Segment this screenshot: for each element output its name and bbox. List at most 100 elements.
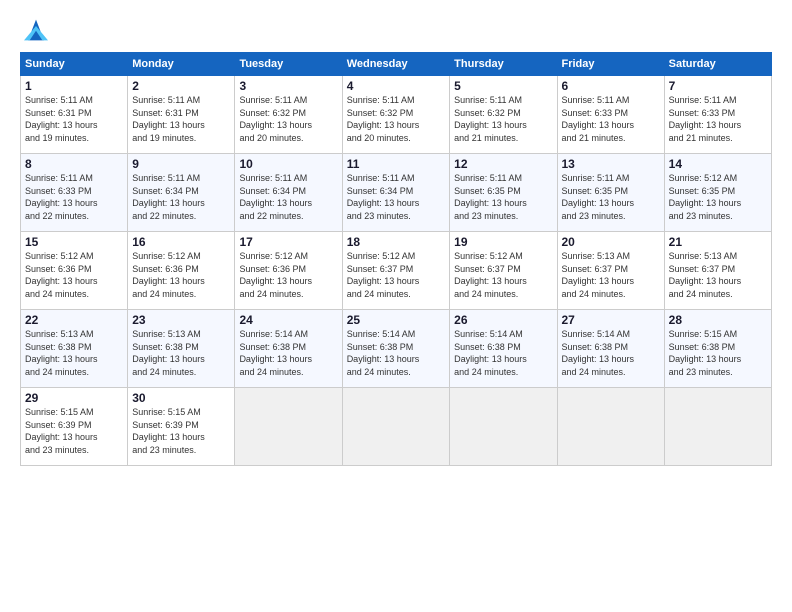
day-number: 4 xyxy=(347,79,445,93)
day-details: Sunrise: 5:12 AM Sunset: 6:37 PM Dayligh… xyxy=(454,250,552,300)
day-details: Sunrise: 5:11 AM Sunset: 6:34 PM Dayligh… xyxy=(347,172,445,222)
calendar-day xyxy=(342,388,449,466)
day-details: Sunrise: 5:14 AM Sunset: 6:38 PM Dayligh… xyxy=(347,328,445,378)
calendar-week-4: 22Sunrise: 5:13 AM Sunset: 6:38 PM Dayli… xyxy=(21,310,772,388)
day-details: Sunrise: 5:15 AM Sunset: 6:39 PM Dayligh… xyxy=(132,406,230,456)
day-number: 3 xyxy=(239,79,337,93)
day-details: Sunrise: 5:12 AM Sunset: 6:36 PM Dayligh… xyxy=(239,250,337,300)
day-details: Sunrise: 5:11 AM Sunset: 6:31 PM Dayligh… xyxy=(25,94,123,144)
header-row xyxy=(20,16,772,44)
calendar-day: 28Sunrise: 5:15 AM Sunset: 6:38 PM Dayli… xyxy=(664,310,771,388)
calendar-day: 3Sunrise: 5:11 AM Sunset: 6:32 PM Daylig… xyxy=(235,76,342,154)
calendar-day: 29Sunrise: 5:15 AM Sunset: 6:39 PM Dayli… xyxy=(21,388,128,466)
calendar-day: 16Sunrise: 5:12 AM Sunset: 6:36 PM Dayli… xyxy=(128,232,235,310)
day-number: 16 xyxy=(132,235,230,249)
header-tuesday: Tuesday xyxy=(235,53,342,76)
day-number: 17 xyxy=(239,235,337,249)
day-details: Sunrise: 5:11 AM Sunset: 6:35 PM Dayligh… xyxy=(454,172,552,222)
calendar-day: 2Sunrise: 5:11 AM Sunset: 6:31 PM Daylig… xyxy=(128,76,235,154)
day-number: 23 xyxy=(132,313,230,327)
calendar-day: 5Sunrise: 5:11 AM Sunset: 6:32 PM Daylig… xyxy=(450,76,557,154)
day-details: Sunrise: 5:12 AM Sunset: 6:36 PM Dayligh… xyxy=(25,250,123,300)
calendar-day: 6Sunrise: 5:11 AM Sunset: 6:33 PM Daylig… xyxy=(557,76,664,154)
day-details: Sunrise: 5:11 AM Sunset: 6:32 PM Dayligh… xyxy=(347,94,445,144)
calendar-day xyxy=(557,388,664,466)
calendar-day: 10Sunrise: 5:11 AM Sunset: 6:34 PM Dayli… xyxy=(235,154,342,232)
day-number: 1 xyxy=(25,79,123,93)
day-number: 2 xyxy=(132,79,230,93)
calendar-day: 14Sunrise: 5:12 AM Sunset: 6:35 PM Dayli… xyxy=(664,154,771,232)
day-details: Sunrise: 5:12 AM Sunset: 6:37 PM Dayligh… xyxy=(347,250,445,300)
day-details: Sunrise: 5:13 AM Sunset: 6:37 PM Dayligh… xyxy=(669,250,767,300)
calendar-day: 12Sunrise: 5:11 AM Sunset: 6:35 PM Dayli… xyxy=(450,154,557,232)
day-number: 5 xyxy=(454,79,552,93)
day-details: Sunrise: 5:13 AM Sunset: 6:38 PM Dayligh… xyxy=(132,328,230,378)
calendar-day: 22Sunrise: 5:13 AM Sunset: 6:38 PM Dayli… xyxy=(21,310,128,388)
header-saturday: Saturday xyxy=(664,53,771,76)
day-number: 14 xyxy=(669,157,767,171)
day-number: 8 xyxy=(25,157,123,171)
day-details: Sunrise: 5:13 AM Sunset: 6:38 PM Dayligh… xyxy=(25,328,123,378)
day-number: 13 xyxy=(562,157,660,171)
page-container: SundayMondayTuesdayWednesdayThursdayFrid… xyxy=(0,0,792,476)
calendar-day: 7Sunrise: 5:11 AM Sunset: 6:33 PM Daylig… xyxy=(664,76,771,154)
day-details: Sunrise: 5:11 AM Sunset: 6:33 PM Dayligh… xyxy=(669,94,767,144)
calendar-week-2: 8Sunrise: 5:11 AM Sunset: 6:33 PM Daylig… xyxy=(21,154,772,232)
day-number: 25 xyxy=(347,313,445,327)
header-monday: Monday xyxy=(128,53,235,76)
day-details: Sunrise: 5:14 AM Sunset: 6:38 PM Dayligh… xyxy=(454,328,552,378)
day-number: 15 xyxy=(25,235,123,249)
calendar-day: 17Sunrise: 5:12 AM Sunset: 6:36 PM Dayli… xyxy=(235,232,342,310)
calendar-day: 25Sunrise: 5:14 AM Sunset: 6:38 PM Dayli… xyxy=(342,310,449,388)
calendar-week-5: 29Sunrise: 5:15 AM Sunset: 6:39 PM Dayli… xyxy=(21,388,772,466)
calendar-day: 13Sunrise: 5:11 AM Sunset: 6:35 PM Dayli… xyxy=(557,154,664,232)
day-number: 6 xyxy=(562,79,660,93)
header-row-days: SundayMondayTuesdayWednesdayThursdayFrid… xyxy=(21,53,772,76)
day-details: Sunrise: 5:14 AM Sunset: 6:38 PM Dayligh… xyxy=(562,328,660,378)
calendar-day: 23Sunrise: 5:13 AM Sunset: 6:38 PM Dayli… xyxy=(128,310,235,388)
day-details: Sunrise: 5:11 AM Sunset: 6:33 PM Dayligh… xyxy=(25,172,123,222)
day-number: 28 xyxy=(669,313,767,327)
calendar-body: 1Sunrise: 5:11 AM Sunset: 6:31 PM Daylig… xyxy=(21,76,772,466)
day-details: Sunrise: 5:11 AM Sunset: 6:34 PM Dayligh… xyxy=(132,172,230,222)
header-friday: Friday xyxy=(557,53,664,76)
logo xyxy=(20,16,56,44)
day-number: 7 xyxy=(669,79,767,93)
calendar-table: SundayMondayTuesdayWednesdayThursdayFrid… xyxy=(20,52,772,466)
day-number: 26 xyxy=(454,313,552,327)
day-details: Sunrise: 5:15 AM Sunset: 6:38 PM Dayligh… xyxy=(669,328,767,378)
day-details: Sunrise: 5:11 AM Sunset: 6:31 PM Dayligh… xyxy=(132,94,230,144)
day-number: 12 xyxy=(454,157,552,171)
day-details: Sunrise: 5:12 AM Sunset: 6:36 PM Dayligh… xyxy=(132,250,230,300)
day-details: Sunrise: 5:11 AM Sunset: 6:33 PM Dayligh… xyxy=(562,94,660,144)
calendar-day: 27Sunrise: 5:14 AM Sunset: 6:38 PM Dayli… xyxy=(557,310,664,388)
day-details: Sunrise: 5:11 AM Sunset: 6:34 PM Dayligh… xyxy=(239,172,337,222)
calendar-day: 18Sunrise: 5:12 AM Sunset: 6:37 PM Dayli… xyxy=(342,232,449,310)
calendar-day: 9Sunrise: 5:11 AM Sunset: 6:34 PM Daylig… xyxy=(128,154,235,232)
day-number: 11 xyxy=(347,157,445,171)
calendar-day xyxy=(235,388,342,466)
day-details: Sunrise: 5:11 AM Sunset: 6:32 PM Dayligh… xyxy=(239,94,337,144)
day-number: 27 xyxy=(562,313,660,327)
day-details: Sunrise: 5:11 AM Sunset: 6:35 PM Dayligh… xyxy=(562,172,660,222)
day-number: 18 xyxy=(347,235,445,249)
calendar-day: 26Sunrise: 5:14 AM Sunset: 6:38 PM Dayli… xyxy=(450,310,557,388)
day-number: 10 xyxy=(239,157,337,171)
calendar-day: 15Sunrise: 5:12 AM Sunset: 6:36 PM Dayli… xyxy=(21,232,128,310)
calendar-week-1: 1Sunrise: 5:11 AM Sunset: 6:31 PM Daylig… xyxy=(21,76,772,154)
calendar-day xyxy=(450,388,557,466)
day-details: Sunrise: 5:15 AM Sunset: 6:39 PM Dayligh… xyxy=(25,406,123,456)
header-thursday: Thursday xyxy=(450,53,557,76)
logo-icon xyxy=(20,16,52,44)
day-details: Sunrise: 5:12 AM Sunset: 6:35 PM Dayligh… xyxy=(669,172,767,222)
calendar-day: 19Sunrise: 5:12 AM Sunset: 6:37 PM Dayli… xyxy=(450,232,557,310)
calendar-day: 21Sunrise: 5:13 AM Sunset: 6:37 PM Dayli… xyxy=(664,232,771,310)
calendar-header: SundayMondayTuesdayWednesdayThursdayFrid… xyxy=(21,53,772,76)
calendar-day: 30Sunrise: 5:15 AM Sunset: 6:39 PM Dayli… xyxy=(128,388,235,466)
day-number: 20 xyxy=(562,235,660,249)
day-number: 24 xyxy=(239,313,337,327)
calendar-day: 8Sunrise: 5:11 AM Sunset: 6:33 PM Daylig… xyxy=(21,154,128,232)
calendar-day: 1Sunrise: 5:11 AM Sunset: 6:31 PM Daylig… xyxy=(21,76,128,154)
calendar-day xyxy=(664,388,771,466)
day-number: 9 xyxy=(132,157,230,171)
